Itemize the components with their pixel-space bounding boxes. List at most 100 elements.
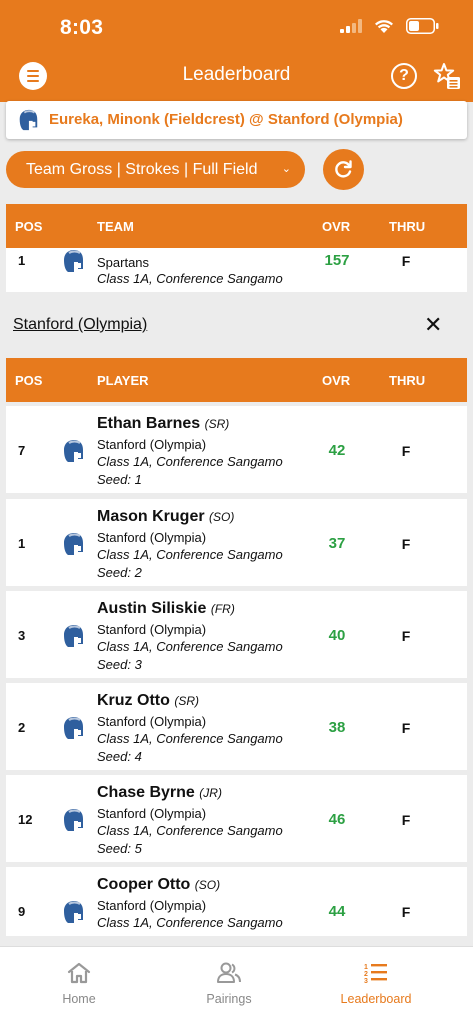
player-class-conference: Class 1A, Conference Sangamo (97, 454, 283, 469)
player-thru: F (401, 628, 411, 644)
people-icon (217, 962, 241, 983)
player-class-year: (JR) (199, 786, 222, 800)
tab-pairings[interactable]: Pairings (150, 947, 308, 1024)
match-card[interactable]: Eureka, Minonk (Fieldcrest) @ Stanford (… (6, 101, 467, 139)
player-name: Ethan Barnes (97, 415, 201, 432)
player-ovr: 46 (328, 811, 346, 828)
player-ovr: 40 (328, 627, 346, 644)
team-table-header: POS TEAM OVR THRU (6, 204, 467, 248)
leaderboard-filter-dropdown[interactable]: Team Gross | Strokes | Full Field ⌄ (6, 151, 305, 188)
battery-icon (406, 18, 439, 34)
player-class-conference: Class 1A, Conference Sangamo (97, 823, 283, 838)
player-class-conference: Class 1A, Conference Sangamo (97, 731, 283, 746)
player-seed: Seed: 5 (97, 841, 142, 856)
tab-pairings-label: Pairings (206, 992, 252, 1006)
refresh-button[interactable] (323, 149, 364, 190)
refresh-icon (335, 160, 352, 178)
svg-text:1: 1 (364, 964, 368, 971)
player-row[interactable]: 3 Austin Siliskie (FR) Stanford (Olympia) C… (6, 591, 467, 678)
team-mascot: Spartans (97, 255, 150, 270)
player-school: Stanford (Olympia) (97, 806, 207, 821)
player-school: Stanford (Olympia) (97, 622, 207, 637)
spartan-helmet-icon (64, 440, 83, 462)
player-name-line: Mason Kruger (SO) (97, 508, 234, 526)
team-table-row[interactable]: 1 Spartans Class 1A, Conference Sangamo … (6, 248, 467, 292)
player-ovr: 38 (328, 719, 346, 736)
player-class-year: (SR) (204, 417, 230, 431)
spartan-helmet-icon (64, 901, 83, 923)
row-pos: 1 (18, 253, 26, 268)
player-row[interactable]: 1 Mason Kruger (SO) Stanford (Olympia) Clas… (6, 499, 467, 586)
tab-home-label: Home (62, 992, 96, 1006)
spartan-helmet-icon (64, 717, 83, 739)
player-seed: Seed: 3 (97, 657, 142, 672)
svg-text:2: 2 (364, 971, 368, 978)
match-title: Eureka, Minonk (Fieldcrest) @ Stanford (… (49, 111, 403, 128)
home-icon (67, 962, 91, 984)
player-pos: 2 (18, 720, 26, 735)
team-logo (60, 248, 86, 279)
player-team-logo (60, 715, 86, 746)
status-bar: 8:03 (0, 14, 473, 42)
player-seed: Seed: 4 (97, 749, 142, 764)
player-row[interactable]: 9 Cooper Otto (SO) Stanford (Olympia) Class… (6, 867, 467, 936)
close-icon[interactable]: ✕ (424, 314, 442, 336)
col-thru: THRU (389, 373, 426, 388)
player-team-logo (60, 438, 86, 469)
top-bar: 8:03 Leaderboard ? (0, 0, 473, 102)
player-team-logo (60, 807, 86, 838)
player-name-line: Austin Siliskie (FR) (97, 600, 235, 618)
player-class-conference: Class 1A, Conference Sangamo (97, 915, 283, 930)
player-team-logo (60, 531, 86, 562)
player-table-header: POS PLAYER OVR THRU (6, 358, 467, 402)
col-team: TEAM (97, 219, 134, 234)
player-thru: F (401, 904, 411, 920)
player-class-year: (SO) (194, 878, 221, 892)
player-name: Cooper Otto (97, 876, 191, 893)
player-thru: F (401, 536, 411, 552)
player-ovr: 44 (328, 903, 346, 920)
chevron-down-icon: ⌄ (281, 163, 291, 175)
col-pos: POS (15, 219, 43, 234)
player-pos: 3 (18, 628, 26, 643)
spartan-helmet-icon (64, 625, 83, 647)
player-school: Stanford (Olympia) (97, 714, 207, 729)
player-name: Austin Siliskie (97, 600, 207, 617)
tab-bar: Home Pairings 1 2 3 Leaderboard (0, 946, 473, 1024)
status-icons (340, 18, 439, 34)
player-pos: 1 (18, 536, 26, 551)
player-name: Kruz Otto (97, 692, 170, 709)
team-thru: F (401, 253, 411, 269)
player-school: Stanford (Olympia) (97, 437, 207, 452)
tab-home[interactable]: Home (0, 947, 158, 1024)
col-pos: POS (15, 373, 43, 388)
col-thru: THRU (389, 219, 426, 234)
player-name-line: Cooper Otto (SO) (97, 876, 220, 894)
player-pos: 9 (18, 904, 26, 919)
player-ovr: 37 (328, 535, 346, 552)
player-class-year: (SR) (174, 694, 199, 708)
col-ovr: OVR (322, 219, 351, 234)
player-row[interactable]: 7 Ethan Barnes (SR) Stanford (Olympia) Clas… (6, 406, 467, 493)
star-list-icon[interactable] (433, 62, 461, 90)
col-player: PLAYER (97, 373, 149, 388)
player-thru: F (401, 443, 411, 459)
spartan-helmet-icon (64, 250, 83, 272)
player-row[interactable]: 2 Kruz Otto (SR) Stanford (Olympia) Class 1… (6, 683, 467, 770)
signal-icon (340, 19, 362, 33)
player-class-conference: Class 1A, Conference Sangamo (97, 547, 283, 562)
svg-text:3: 3 (364, 978, 368, 985)
help-button[interactable]: ? (391, 63, 417, 89)
spartan-helmet-icon (19, 109, 38, 131)
tab-leaderboard[interactable]: 1 2 3 Leaderboard (297, 947, 455, 1024)
player-thru: F (401, 720, 411, 736)
team-name-link[interactable]: Stanford (Olympia) (13, 316, 147, 334)
player-ovr: 42 (328, 442, 346, 459)
spartan-helmet-icon (64, 809, 83, 831)
player-name-line: Chase Byrne (JR) (97, 784, 222, 802)
player-row[interactable]: 12 Chase Byrne (JR) Stanford (Olympia) Clas… (6, 775, 467, 862)
player-thru: F (401, 812, 411, 828)
player-school: Stanford (Olympia) (97, 898, 207, 913)
player-class-conference: Class 1A, Conference Sangamo (97, 639, 283, 654)
team-ovr: 157 (324, 252, 350, 269)
